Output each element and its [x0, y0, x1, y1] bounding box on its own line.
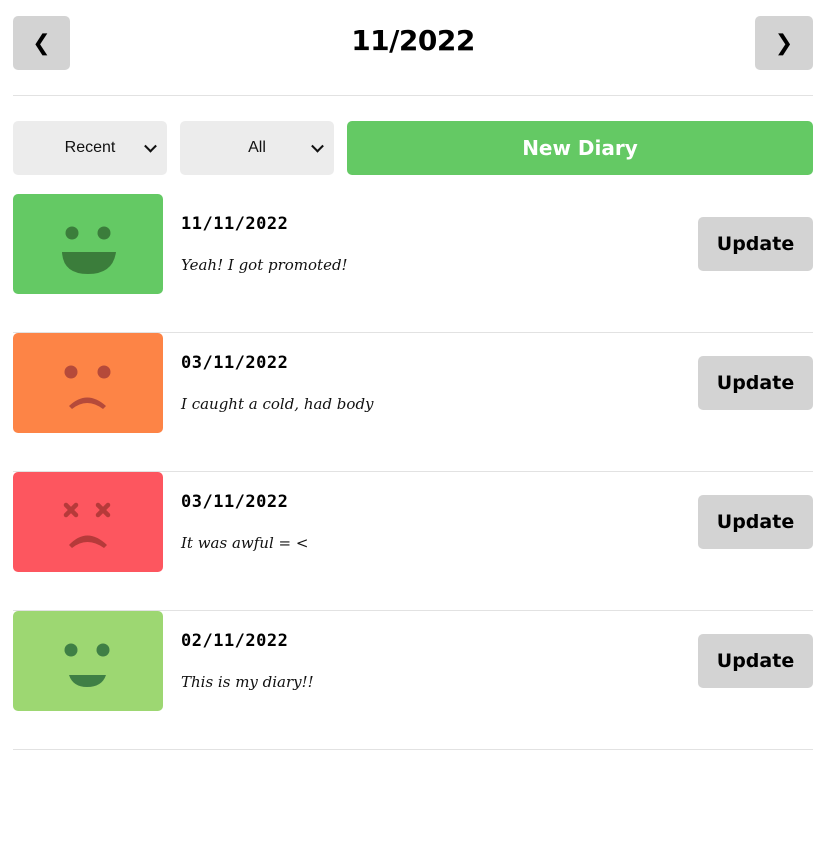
diary-date: 03/11/2022 [181, 492, 289, 512]
header-divider [13, 95, 813, 96]
diary-item: 11/11/2022 Yeah! I got promoted! Update [13, 194, 813, 333]
new-diary-button[interactable]: New Diary [347, 121, 813, 175]
diary-item: 02/11/2022 This is my diary!! Update [13, 611, 813, 750]
diary-item: 03/11/2022 I caught a cold, had body Upd… [13, 333, 813, 472]
diary-content: Yeah! I got promoted! [181, 256, 348, 274]
sad-face-icon [13, 333, 163, 433]
diary-date: 02/11/2022 [181, 631, 289, 651]
emotion-thumbnail[interactable] [13, 611, 163, 711]
update-button[interactable]: Update [698, 495, 813, 549]
emotion-filter-select[interactable]: All [180, 121, 334, 175]
sort-select[interactable]: Recent [13, 121, 167, 175]
diary-content: This is my diary!! [181, 673, 314, 691]
emotion-thumbnail[interactable] [13, 194, 163, 294]
toolbar: Recent All New Diary [13, 121, 813, 175]
update-button[interactable]: Update [698, 217, 813, 271]
chevron-down-icon [144, 139, 157, 153]
emotion-thumbnail[interactable] [13, 333, 163, 433]
next-month-button[interactable]: ❯ [755, 16, 813, 70]
update-button[interactable]: Update [698, 634, 813, 688]
chevron-down-icon [311, 139, 324, 153]
diary-date: 03/11/2022 [181, 353, 289, 373]
sort-select-value: Recent [64, 139, 116, 156]
happy-face-icon [13, 611, 163, 711]
diary-content: It was awful = < [181, 534, 309, 552]
very-happy-face-icon [13, 194, 163, 294]
month-header: ❮ 11/2022 ❯ [13, 16, 813, 70]
emotion-thumbnail[interactable] [13, 472, 163, 572]
diary-list: 11/11/2022 Yeah! I got promoted! Update … [13, 194, 813, 750]
diary-content: I caught a cold, had body [181, 395, 374, 413]
diary-date: 11/11/2022 [181, 214, 289, 234]
diary-item: 03/11/2022 It was awful = < Update [13, 472, 813, 611]
terrible-face-icon [13, 472, 163, 572]
filter-select-value: All [248, 139, 266, 156]
page-title: 11/2022 [351, 24, 475, 57]
chevron-right-icon: ❯ [774, 30, 794, 56]
update-button[interactable]: Update [698, 356, 813, 410]
